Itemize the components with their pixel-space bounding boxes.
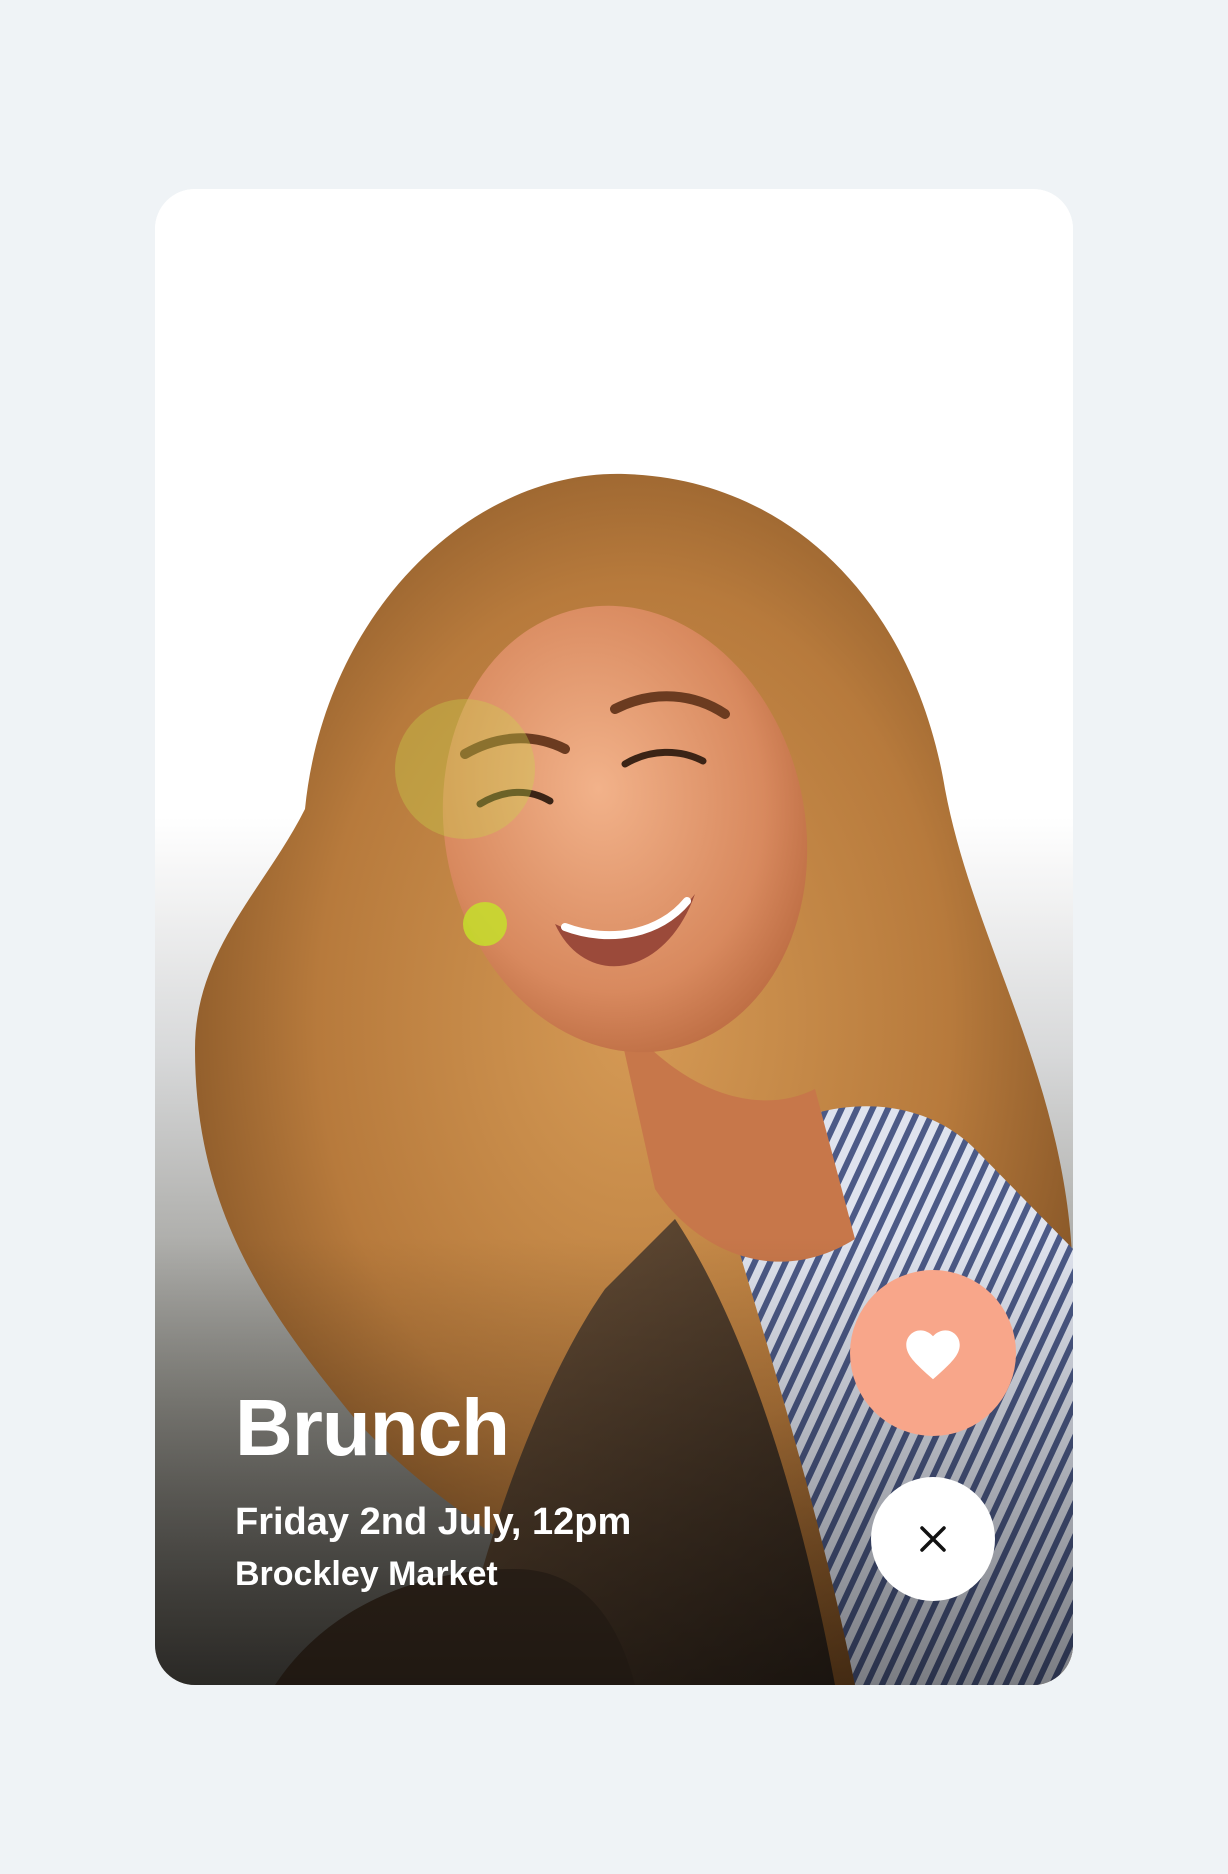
close-icon: [919, 1525, 947, 1553]
event-location: Brockley Market: [235, 1554, 498, 1593]
event-card: Brunch Friday 2nd July, 12pm Brockley Ma…: [155, 189, 1073, 1685]
event-info: Brunch Friday 2nd July, 12pm Brockley Ma…: [235, 1382, 632, 1593]
event-title: Brunch: [235, 1382, 510, 1472]
dismiss-button[interactable]: [871, 1477, 995, 1601]
like-button[interactable]: [850, 1270, 1016, 1436]
event-datetime: Friday 2nd July, 12pm: [235, 1500, 632, 1543]
heart-icon: [902, 1325, 964, 1381]
